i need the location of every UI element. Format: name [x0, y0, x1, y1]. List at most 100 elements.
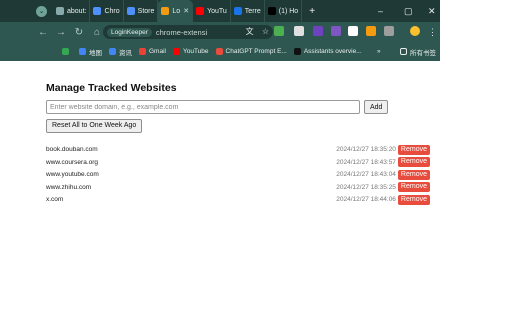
- site-timestamp: 2024/12/27 18:35:25: [336, 183, 396, 191]
- site-row: x.com 2024/12/27 18:44:06 Remove: [46, 194, 430, 207]
- youtube-icon: [196, 7, 205, 15]
- gmail-icon: [139, 48, 146, 55]
- close-tab-icon[interactable]: ✕: [183, 7, 189, 15]
- tab-6[interactable]: (1) Ho: [265, 0, 303, 22]
- all-bookmarks-label: 所有书签: [410, 49, 436, 57]
- extensions-puzzle-icon[interactable]: [384, 26, 394, 36]
- tab-label: Chro: [104, 7, 120, 15]
- extension-icon-3[interactable]: [313, 26, 323, 36]
- all-bookmarks-folder[interactable]: 所有书签: [400, 47, 436, 57]
- site-row: www.zhihu.com 2024/12/27 18:35:25 Remove: [46, 181, 430, 194]
- avatar[interactable]: [410, 26, 420, 36]
- extension-chip[interactable]: LoginKeeper: [107, 27, 152, 37]
- remove-button[interactable]: Remove: [397, 144, 430, 155]
- bookmark-label: Assistants overvie...: [303, 48, 362, 55]
- tab-5[interactable]: Terre: [231, 0, 265, 22]
- address-bar[interactable]: LoginKeeper chrome-extensi 文 ☆: [103, 25, 273, 39]
- add-row: Add: [46, 100, 436, 114]
- extension-icon-1[interactable]: [274, 26, 284, 36]
- manage-panel: Manage Tracked Websites Add Reset All to…: [46, 82, 436, 206]
- tab-label: (1) Ho: [278, 7, 299, 15]
- page-title: Manage Tracked Websites: [46, 82, 177, 94]
- site-domain: www.zhihu.com: [46, 183, 92, 191]
- tab-label: Store: [137, 7, 155, 15]
- domain-input[interactable]: [46, 100, 360, 114]
- translate-icon[interactable]: 文: [246, 27, 254, 36]
- extension-icon-2[interactable]: [294, 26, 304, 36]
- tab-list: about: Chro Store Lo ✕ YouTu Terre (1) Ho: [53, 0, 303, 22]
- bookmark-item[interactable]: YouTube: [172, 47, 209, 57]
- bookmark-label: ChatGPT Prompt E...: [225, 48, 287, 55]
- site-domain: www.coursera.org: [46, 158, 99, 166]
- map-icon: [79, 48, 86, 55]
- site-domain: www.youtube.com: [46, 171, 99, 179]
- extension-icon-6[interactable]: [366, 26, 376, 36]
- bookmark-label: YouTube: [182, 48, 209, 55]
- bookmark-item[interactable]: [62, 47, 72, 57]
- site-domain: x.com: [46, 196, 64, 204]
- url-text[interactable]: chrome-extensi: [156, 28, 236, 37]
- reload-icon[interactable]: ↻: [70, 27, 88, 38]
- remove-button[interactable]: Remove: [397, 157, 430, 168]
- tab-strip: ⌄ about: Chro Store Lo ✕ YouTu Terre (1) Ho +: [0, 0, 440, 22]
- tab-4[interactable]: YouTu: [193, 0, 231, 22]
- bookmark-item[interactable]: Gmail: [139, 47, 166, 57]
- site-timestamp: 2024/12/27 18:44:06: [336, 196, 396, 204]
- news-icon: [109, 48, 116, 55]
- site-domain: book.douban.com: [46, 146, 98, 154]
- store-icon: [126, 7, 135, 15]
- site-row: www.coursera.org 2024/12/27 18:43:57 Remov…: [46, 156, 430, 169]
- site-row: www.youtube.com 2024/12/27 18:43:04 Remove: [46, 169, 430, 182]
- site-timestamp: 2024/12/27 18:35:20: [336, 146, 396, 154]
- bookmark-item[interactable]: ChatGPT Prompt E...: [215, 47, 287, 57]
- extension-icon-5[interactable]: [348, 26, 358, 36]
- menu-dots-icon[interactable]: ⋮: [428, 22, 437, 42]
- youtube-icon: [172, 48, 180, 55]
- tab-label: YouTu: [207, 7, 227, 15]
- site-timestamp: 2024/12/27 18:43:04: [336, 171, 396, 179]
- x-icon: [267, 7, 276, 15]
- more-bookmarks-button[interactable]: »: [377, 48, 381, 55]
- back-icon[interactable]: ←: [34, 27, 52, 38]
- remove-button[interactable]: Remove: [397, 194, 430, 205]
- forward-icon[interactable]: →: [52, 27, 70, 38]
- loginkeeper-icon: [161, 7, 170, 15]
- maps-pin-icon: [62, 48, 69, 55]
- puzzle-icon: [93, 7, 102, 15]
- tab-label: Terre: [244, 7, 261, 15]
- bookmark-label: Gmail: [149, 48, 166, 55]
- globe-icon: [56, 7, 64, 15]
- close-window-icon[interactable]: ✕: [428, 0, 436, 22]
- reset-button[interactable]: Reset All to One Week Ago: [46, 118, 143, 133]
- bookmark-list: 地图 资讯 Gmail YouTube ChatGPT Prompt E... Assis…: [62, 47, 369, 57]
- site-row: book.douban.com 2024/12/27 18:35:20 Remove: [46, 144, 430, 157]
- maximize-icon[interactable]: ▢: [404, 0, 413, 22]
- minimize-icon[interactable]: –: [378, 0, 383, 22]
- site-timestamp: 2024/12/27 18:43:57: [336, 158, 396, 166]
- tab-label: Lo: [172, 7, 181, 15]
- new-tab-button[interactable]: +: [306, 6, 318, 17]
- bookmark-label: 资讯: [119, 49, 132, 57]
- bookmark-item[interactable]: 资讯: [109, 47, 132, 57]
- c-icon: [233, 7, 242, 15]
- bookmark-label: 地图: [89, 49, 102, 57]
- bookmark-item[interactable]: 地图: [79, 47, 102, 57]
- remove-button[interactable]: Remove: [397, 182, 430, 193]
- openai-icon: [293, 48, 301, 55]
- bookmarks-bar: 地图 资讯 Gmail YouTube ChatGPT Prompt E... Assis…: [0, 42, 440, 61]
- bookmark-star-icon[interactable]: ☆: [262, 27, 269, 36]
- tab-3[interactable]: Lo ✕: [158, 0, 194, 22]
- add-button[interactable]: Add: [364, 100, 389, 114]
- tab-label: about:: [67, 7, 87, 15]
- tab-0[interactable]: about:: [53, 0, 91, 22]
- tab-search-icon[interactable]: ⌄: [36, 5, 47, 17]
- tab-2[interactable]: Store: [124, 0, 159, 22]
- remove-button[interactable]: Remove: [397, 169, 430, 180]
- extension-icon-4[interactable]: [331, 26, 341, 36]
- tab-1[interactable]: Chro: [90, 0, 124, 22]
- chatgpt-icon: [215, 48, 223, 55]
- bookmark-item[interactable]: Assistants overvie...: [293, 47, 362, 57]
- site-list: book.douban.com 2024/12/27 18:35:20 Remove…: [46, 144, 430, 207]
- browser-chrome: ⌄ about: Chro Store Lo ✕ YouTu Terre (1) Ho + –…: [0, 0, 440, 61]
- folder-icon: [400, 48, 407, 55]
